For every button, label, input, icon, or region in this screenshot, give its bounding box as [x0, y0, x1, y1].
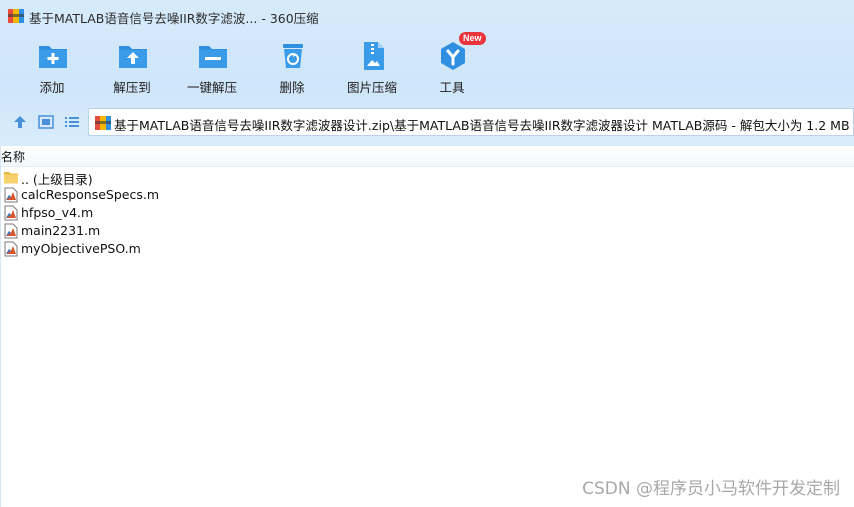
- add-folder-icon: [39, 46, 67, 68]
- matlab-file-icon: [4, 241, 18, 257]
- archive-app-icon: [8, 9, 24, 23]
- file-list: .. (上级目录) calcResponseSpecs.m hfpso_v4.m…: [0, 168, 854, 258]
- list-view-icon[interactable]: [64, 114, 80, 130]
- extract-to-label: 解压到: [113, 80, 151, 95]
- new-badge: New: [459, 32, 486, 45]
- list-item[interactable]: hfpso_v4.m: [0, 204, 854, 222]
- file-name: myObjectivePSO.m: [21, 241, 141, 256]
- folder-icon: [4, 172, 18, 184]
- extract-to-button[interactable]: 解压到: [97, 36, 167, 96]
- tools-label: 工具: [439, 80, 465, 95]
- list-item-parent-dir[interactable]: .. (上级目录): [0, 168, 854, 187]
- image-compress-label: 图片压缩: [346, 80, 397, 95]
- up-arrow-icon[interactable]: [12, 114, 28, 130]
- file-name: main2231.m: [21, 223, 101, 238]
- delete-label: 删除: [279, 80, 305, 95]
- list-item[interactable]: myObjectivePSO.m: [0, 240, 854, 258]
- matlab-file-icon: [4, 205, 18, 221]
- image-compress-button[interactable]: 图片压缩: [337, 36, 407, 96]
- address-path: 基于MATLAB语音信号去噪IIR数字滤波器设计.zip\基于MATLAB语音信…: [114, 118, 850, 133]
- zip-archive-icon: [95, 116, 111, 130]
- navigation-bar: 基于MATLAB语音信号去噪IIR数字滤波器设计.zip\基于MATLAB语音信…: [0, 106, 854, 138]
- list-item[interactable]: main2231.m: [0, 222, 854, 240]
- watermark: CSDN @程序员小马软件开发定制: [582, 479, 840, 499]
- window-title: 基于MATLAB语音信号去噪IIR数字滤波... - 360压缩: [29, 11, 319, 26]
- address-bar[interactable]: 基于MATLAB语音信号去噪IIR数字滤波器设计.zip\基于MATLAB语音信…: [88, 108, 854, 136]
- name-column-label: 名称: [1, 150, 26, 164]
- matlab-file-icon: [4, 187, 18, 203]
- tools-button[interactable]: New 工具: [417, 32, 487, 96]
- delete-icon: [283, 44, 303, 68]
- extract-to-icon: [119, 46, 147, 68]
- matlab-file-icon: [4, 223, 18, 239]
- name-column-header[interactable]: 名称: [0, 146, 854, 167]
- one-click-extract-label: 一键解压: [186, 80, 237, 95]
- add-button[interactable]: 添加: [17, 36, 87, 96]
- one-click-extract-button[interactable]: 一键解压: [177, 36, 247, 96]
- toolbar: 添加 解压到 一键解压 删除 图片压缩 New 工具: [0, 32, 854, 96]
- image-compress-icon: [364, 42, 384, 70]
- thumbnail-view-icon[interactable]: [38, 114, 54, 130]
- add-label: 添加: [39, 80, 65, 95]
- file-name: calcResponseSpecs.m: [21, 187, 160, 202]
- list-item[interactable]: calcResponseSpecs.m: [0, 186, 854, 204]
- title-bar: 基于MATLAB语音信号去噪IIR数字滤波... - 360压缩: [0, 0, 854, 32]
- delete-button[interactable]: 删除: [257, 36, 327, 96]
- file-name: hfpso_v4.m: [21, 205, 94, 220]
- one-click-extract-icon: [199, 46, 227, 68]
